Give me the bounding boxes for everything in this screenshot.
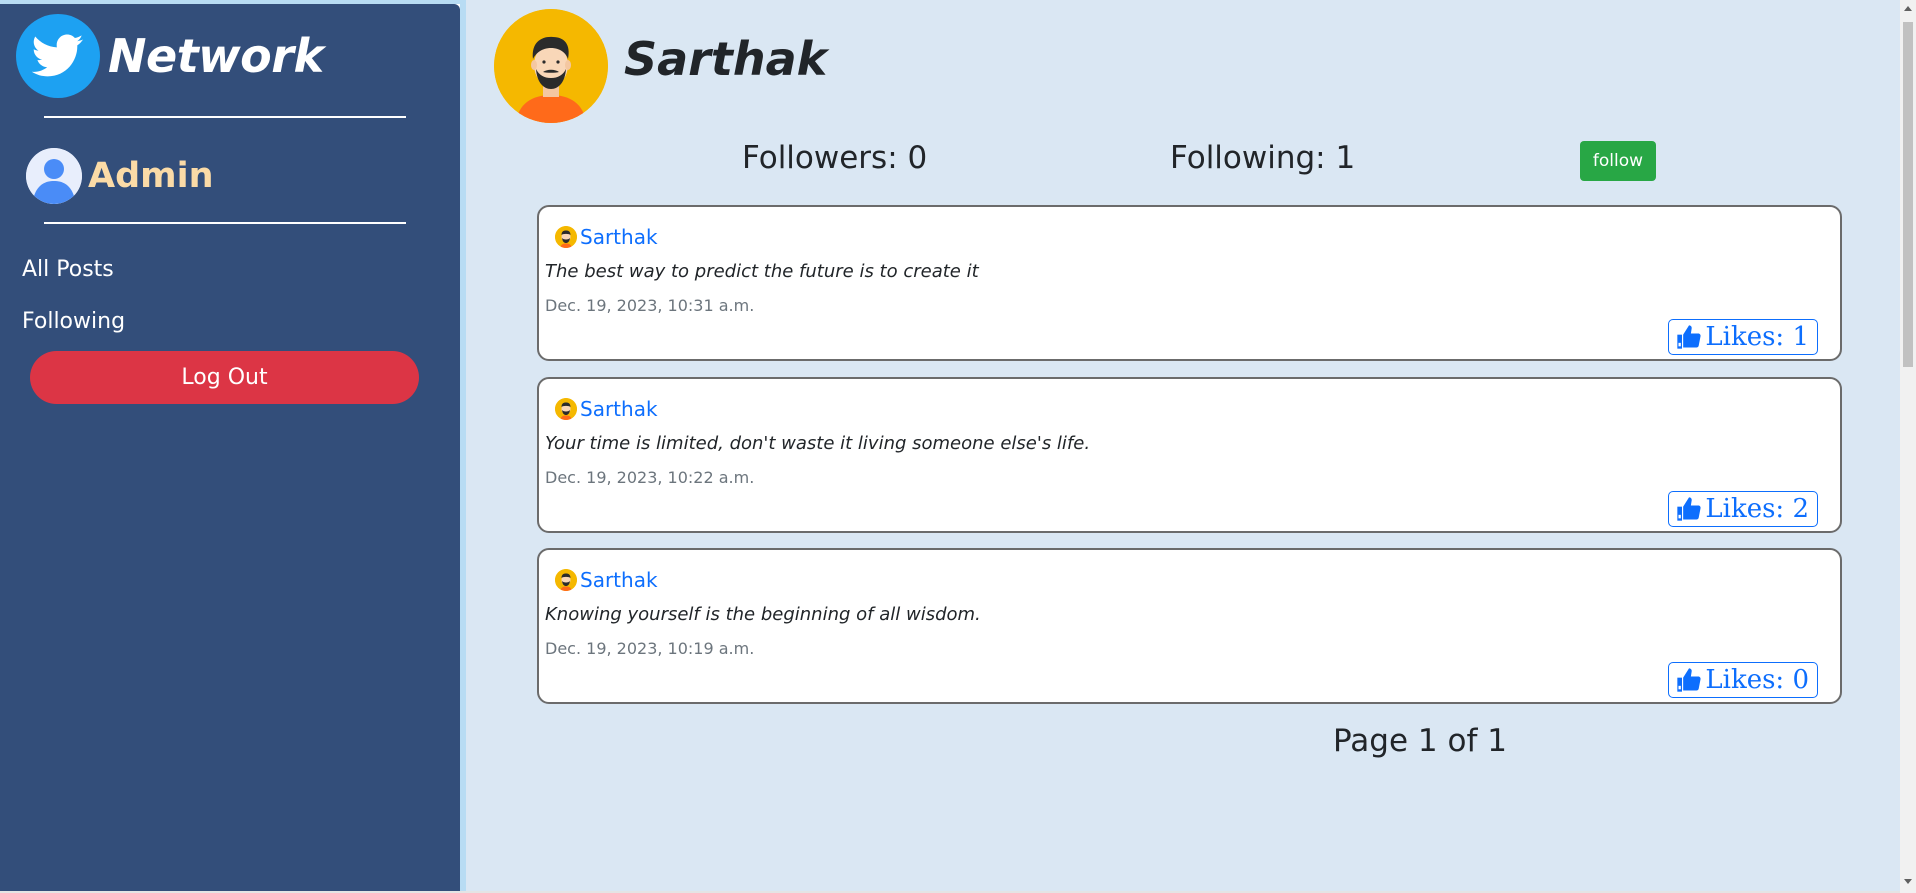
twitter-bird-icon xyxy=(16,14,100,98)
author-avatar-icon xyxy=(555,226,577,248)
nav-following[interactable]: Following xyxy=(22,309,125,334)
like-button[interactable]: Likes: 0 xyxy=(1668,662,1818,698)
app-window: Network Admin All Posts Following Log Ou… xyxy=(0,0,1916,893)
vertical-scrollbar[interactable] xyxy=(1900,0,1916,893)
post-author-name: Sarthak xyxy=(580,568,658,592)
post-author-link[interactable]: Sarthak xyxy=(555,225,658,249)
post-timestamp: Dec. 19, 2023, 10:31 a.m. xyxy=(545,296,755,315)
post-content: Your time is limited, don't waste it liv… xyxy=(545,433,1091,454)
thumbs-up-icon xyxy=(1677,497,1701,521)
nav-all-posts[interactable]: All Posts xyxy=(22,257,114,282)
post-content: Knowing yourself is the beginning of all… xyxy=(545,604,981,625)
scroll-up-icon[interactable] xyxy=(1904,6,1912,11)
post-author-name: Sarthak xyxy=(580,397,658,421)
post-timestamp: Dec. 19, 2023, 10:22 a.m. xyxy=(545,468,755,487)
thumbs-up-icon xyxy=(1677,668,1701,692)
author-avatar-icon xyxy=(555,398,577,420)
post-card: Sarthak Knowing yourself is the beginnin… xyxy=(537,548,1842,704)
post-card: Sarthak The best way to predict the futu… xyxy=(537,205,1842,361)
profile-avatar xyxy=(494,9,608,123)
followers-count: Followers: 0 xyxy=(742,140,928,176)
main-content: Sarthak Followers: 0 Following: 1 follow… xyxy=(466,0,1900,893)
brand[interactable]: Network xyxy=(16,14,324,98)
scrollbar-thumb[interactable] xyxy=(1903,22,1913,367)
likes-count: Likes: 2 xyxy=(1705,494,1809,524)
post-content: The best way to predict the future is to… xyxy=(545,261,979,282)
sidebar-divider xyxy=(44,116,406,118)
post-author-link[interactable]: Sarthak xyxy=(555,397,658,421)
like-button[interactable]: Likes: 1 xyxy=(1668,319,1818,355)
profile-name: Sarthak xyxy=(624,32,828,86)
sidebar: Network Admin All Posts Following Log Ou… xyxy=(0,4,460,892)
logout-button[interactable]: Log Out xyxy=(30,351,419,404)
user-avatar-icon xyxy=(26,148,82,204)
current-user[interactable]: Admin xyxy=(26,148,214,204)
post-card: Sarthak Your time is limited, don't wast… xyxy=(537,377,1842,533)
sidebar-divider xyxy=(44,222,406,224)
post-author-link[interactable]: Sarthak xyxy=(555,568,658,592)
thumbs-up-icon xyxy=(1677,325,1701,349)
username: Admin xyxy=(88,156,214,196)
following-count: Following: 1 xyxy=(1170,140,1356,176)
likes-count: Likes: 0 xyxy=(1705,665,1809,695)
likes-count: Likes: 1 xyxy=(1705,322,1809,352)
scroll-down-icon[interactable] xyxy=(1904,879,1912,884)
post-author-name: Sarthak xyxy=(580,225,658,249)
post-timestamp: Dec. 19, 2023, 10:19 a.m. xyxy=(545,639,755,658)
author-avatar-icon xyxy=(555,569,577,591)
brand-title: Network xyxy=(108,29,324,83)
pagination-status: Page 1 of 1 xyxy=(1333,723,1507,759)
like-button[interactable]: Likes: 2 xyxy=(1668,491,1818,527)
follow-button[interactable]: follow xyxy=(1580,141,1656,181)
